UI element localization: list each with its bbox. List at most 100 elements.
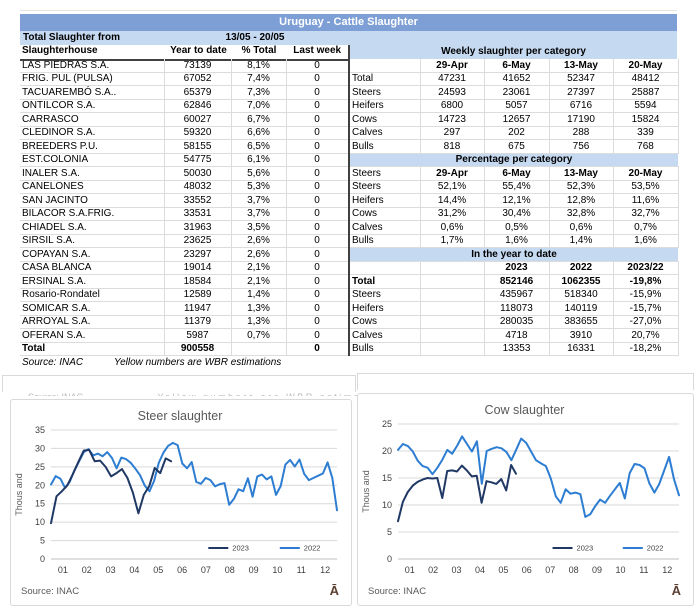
cell[interactable]: Heifers <box>349 302 420 316</box>
subtitle-date-range[interactable]: 13/05 - 20/05 <box>180 31 330 45</box>
cell[interactable]: 1,6% <box>484 234 549 248</box>
column-header-pct-total[interactable]: % Total <box>232 45 287 59</box>
cell[interactable]: TACUAREMBÓ S.A.. <box>20 86 164 100</box>
cell[interactable]: 3910 <box>549 329 613 343</box>
cell[interactable]: Bulls <box>349 234 420 248</box>
cell[interactable]: 8,1% <box>231 59 286 72</box>
cell[interactable]: 0 <box>286 302 348 316</box>
cell[interactable]: Cows <box>349 207 420 221</box>
cell[interactable]: 52,3% <box>549 180 613 194</box>
cell[interactable]: 140119 <box>549 302 613 316</box>
cell[interactable]: 1,3% <box>231 302 286 316</box>
cell[interactable]: 118073 <box>484 302 549 316</box>
cell[interactable]: 32,7% <box>613 207 678 221</box>
cell[interactable]: SOMICAR S.A. <box>20 302 164 316</box>
cell[interactable]: 12657 <box>484 113 549 127</box>
cell[interactable]: 6-May <box>484 59 549 72</box>
cell[interactable] <box>349 261 420 275</box>
cell[interactable]: 1,7% <box>420 234 484 248</box>
cell[interactable]: CLEDINOR S.A. <box>20 126 164 140</box>
cell[interactable]: 818 <box>420 140 484 154</box>
column-header-year-to-date[interactable]: Year to date <box>165 45 232 59</box>
cell[interactable]: 0 <box>286 329 348 343</box>
cell[interactable]: 1062355 <box>549 275 613 289</box>
cell[interactable]: 41652 <box>484 72 549 86</box>
cell[interactable]: ERSINAL S.A. <box>20 275 164 289</box>
cell[interactable]: Bulls <box>349 140 420 154</box>
cell[interactable]: Rosario-Rondatel <box>20 288 164 302</box>
cell[interactable]: 11947 <box>164 302 231 316</box>
cell[interactable]: 25887 <box>613 86 678 100</box>
cell[interactable]: Steers <box>349 288 420 302</box>
cell[interactable]: Heifers <box>349 99 420 113</box>
cell[interactable]: 2023 <box>484 261 549 275</box>
cell[interactable]: 0 <box>286 86 348 100</box>
cell[interactable]: INALER S.A. <box>20 167 164 181</box>
cell[interactable]: 280035 <box>484 315 549 329</box>
cell[interactable]: 2,6% <box>231 234 286 248</box>
cell[interactable]: 0 <box>286 261 348 275</box>
cell[interactable]: 52,1% <box>420 180 484 194</box>
cell[interactable]: 1,6% <box>613 234 678 248</box>
cell[interactable]: 29-Apr <box>420 167 484 181</box>
cell[interactable]: 3,5% <box>231 221 286 235</box>
cell[interactable]: BILACOR S.A.FRIG. <box>20 207 164 221</box>
cell[interactable]: 0 <box>286 153 348 167</box>
cell[interactable]: 0,5% <box>484 221 549 235</box>
cell[interactable]: -19,8% <box>613 275 678 289</box>
cell[interactable]: CARRASCO <box>20 113 164 127</box>
cell[interactable]: 0 <box>286 72 348 86</box>
cell[interactable]: 0 <box>286 248 348 262</box>
cell[interactable]: BREEDERS P.U. <box>20 140 164 154</box>
cell[interactable]: 0 <box>286 342 348 356</box>
cell[interactable]: 0 <box>286 275 348 289</box>
cell[interactable]: Steers <box>349 180 420 194</box>
cell[interactable]: Calves <box>349 221 420 235</box>
cell[interactable]: 20-May <box>613 59 678 72</box>
cell[interactable]: 31963 <box>164 221 231 235</box>
cell[interactable]: 12,8% <box>549 194 613 208</box>
cell[interactable]: 0 <box>286 59 348 72</box>
cell[interactable]: 11,6% <box>613 194 678 208</box>
cell[interactable] <box>420 302 484 316</box>
cell[interactable]: 31,2% <box>420 207 484 221</box>
cell[interactable]: 33552 <box>164 194 231 208</box>
cell[interactable]: 20,7% <box>613 329 678 343</box>
cell[interactable]: CHIADEL S.A. <box>20 221 164 235</box>
cell[interactable]: 7,0% <box>231 99 286 113</box>
cell[interactable]: 0,6% <box>420 221 484 235</box>
cell[interactable]: -27,0% <box>613 315 678 329</box>
cell[interactable]: 288 <box>549 126 613 140</box>
cell[interactable] <box>420 261 484 275</box>
cell[interactable]: 30,4% <box>484 207 549 221</box>
cell[interactable]: 2022 <box>549 261 613 275</box>
cell[interactable]: 675 <box>484 140 549 154</box>
cell[interactable]: -15,9% <box>613 288 678 302</box>
cell[interactable]: 339 <box>613 126 678 140</box>
cell[interactable]: 6,5% <box>231 140 286 154</box>
cell[interactable] <box>349 59 420 72</box>
column-header-last-week[interactable]: Last week <box>286 45 348 59</box>
cell[interactable]: 12589 <box>164 288 231 302</box>
cell[interactable]: SIRSIL S.A. <box>20 234 164 248</box>
cell[interactable] <box>420 342 484 356</box>
cell[interactable]: 12,1% <box>484 194 549 208</box>
cell[interactable]: 1,4% <box>231 288 286 302</box>
cell[interactable]: Total <box>349 72 420 86</box>
cell[interactable]: 297 <box>420 126 484 140</box>
cell[interactable]: 13-May <box>549 59 613 72</box>
cell[interactable]: 768 <box>613 140 678 154</box>
cell[interactable]: 62846 <box>164 99 231 113</box>
cell[interactable]: OFERAN S.A. <box>20 329 164 343</box>
cell[interactable]: SAN JACINTO <box>20 194 164 208</box>
cell[interactable] <box>420 288 484 302</box>
cell[interactable]: 0 <box>286 194 348 208</box>
cell[interactable]: EST.COLONIA <box>20 153 164 167</box>
cell[interactable]: 27397 <box>549 86 613 100</box>
cell[interactable]: 48412 <box>613 72 678 86</box>
cell[interactable]: 0 <box>286 234 348 248</box>
cell[interactable]: 3,7% <box>231 207 286 221</box>
cell[interactable]: 52347 <box>549 72 613 86</box>
cell[interactable]: 50030 <box>164 167 231 181</box>
cell[interactable]: 59320 <box>164 126 231 140</box>
